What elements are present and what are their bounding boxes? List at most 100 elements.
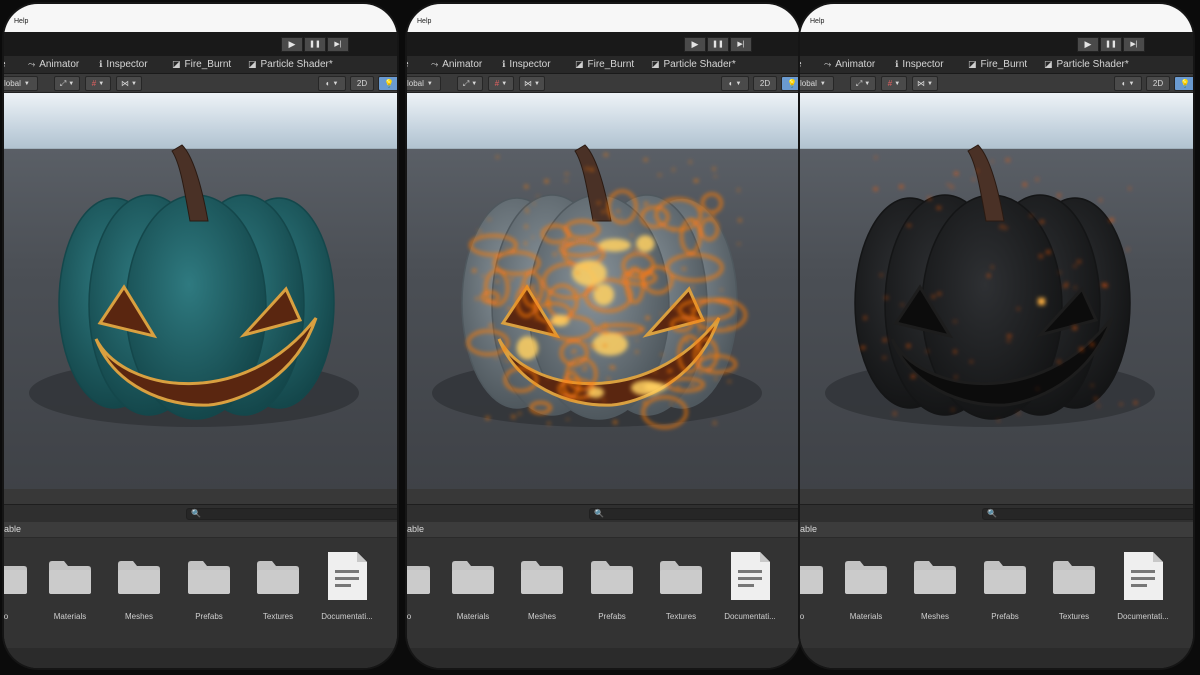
grid-dropdown[interactable]: # ▼ [488,76,514,91]
menu-help[interactable]: Help [810,18,824,25]
spark [657,174,662,176]
spark [900,304,904,306]
tab-fire-burnt[interactable]: ◪ Fire_Burnt [575,59,634,70]
play-button[interactable]: ▶ [1077,37,1099,52]
draw-mode-dropdown[interactable]: ◐ ▼ [318,76,346,91]
asset-folder[interactable]: o [800,550,834,628]
search-input[interactable]: 🔍 [589,508,800,520]
asset-document[interactable]: Pink [1181,550,1193,628]
tab-particle-shader[interactable]: ◪ Particle Shader* [1044,59,1129,70]
search-input[interactable]: 🔍 [982,508,1193,520]
gizmo-dropdown[interactable]: ⤢ ▼ [457,76,483,91]
animator-icon: ⤳ [431,59,439,69]
spark [713,421,717,425]
asset-folder[interactable]: o [407,550,441,628]
tab-fire-burnt[interactable]: ◪ Fire_Burnt [172,59,231,70]
asset-folder[interactable]: Meshes [903,550,967,628]
play-button[interactable]: ▶ [684,37,706,52]
gizmo-dropdown[interactable]: ⤢ ▼ [54,76,80,91]
lighting-toggle[interactable]: 💡 [1174,76,1193,91]
project-status-strip [4,648,397,668]
asset-document[interactable]: Pink [385,550,397,628]
tab-inspector[interactable]: ℹ Inspector [502,59,551,70]
lighting-toggle[interactable]: 💡 [781,76,800,91]
asset-folder[interactable]: o [4,550,38,628]
play-toolbar: ▶ ❚❚ ▶| [800,32,1193,56]
tab-animator[interactable]: ⤳ Animator [28,59,79,70]
breadcrumb-label[interactable]: able [800,524,817,534]
tab-animator[interactable]: ⤳ Animator [824,59,875,70]
spark [1090,343,1094,346]
tab-particle-shader[interactable]: ◪ Particle Shader* [651,59,736,70]
asset-document[interactable]: Documentati... [315,550,379,628]
asset-label: o [800,612,805,621]
asset-folder[interactable]: Meshes [107,550,171,628]
play-button[interactable]: ▶ [281,37,303,52]
tab-animator[interactable]: ⤳ Animator [431,59,482,70]
draw-mode-dropdown[interactable]: ◐ ▼ [1114,76,1142,91]
asset-document[interactable]: Documentati... [718,550,782,628]
asset-folder[interactable]: Prefabs [973,550,1037,628]
global-dropdown[interactable]: lobal ▼ [800,76,834,91]
asset-folder[interactable]: Textures [649,550,713,628]
lighting-toggle[interactable]: 💡 [378,76,397,91]
snap-dropdown[interactable]: ⋈ ▼ [116,76,142,91]
spark [689,307,694,311]
scene-viewport[interactable] [4,93,397,489]
spark [672,228,675,232]
tab-particle-shader[interactable]: ◪ Particle Shader* [248,59,333,70]
window-tab-bar: e ⤳Animator ℹInspector ◪Fire_Burnt ◪Part… [800,56,1193,74]
spark [696,385,700,388]
view-2d-label: 2D [356,79,368,88]
asset-document[interactable]: Pink [788,550,800,628]
menu-help[interactable]: Help [417,18,431,25]
tab-inspector[interactable]: ℹ Inspector [895,59,944,70]
snap-dropdown[interactable]: ⋈ ▼ [912,76,938,91]
asset-folder[interactable]: Prefabs [177,550,241,628]
scene-toolbar: lobal ▼ ⤢ ▼ # ▼ ⋈ ▼ ◐ ▼ 2D 💡 [800,74,1193,93]
step-button[interactable]: ▶| [1123,37,1145,52]
asset-folder[interactable]: Materials [441,550,505,628]
grid-dropdown[interactable]: # ▼ [85,76,111,91]
menu-bar: Help [407,4,800,32]
tab-fire-burnt[interactable]: ◪ Fire_Burnt [968,59,1027,70]
tab-scene-partial[interactable]: e [407,59,409,70]
pause-button[interactable]: ❚❚ [707,37,729,52]
tab-scene-partial[interactable]: e [4,59,6,70]
scene-viewport[interactable] [407,93,800,489]
view-2d-toggle[interactable]: 2D [350,76,374,91]
asset-folder[interactable]: Textures [1042,550,1106,628]
grid-dropdown[interactable]: # ▼ [881,76,907,91]
asset-folder[interactable]: Prefabs [580,550,644,628]
gizmo-dropdown[interactable]: ⤢ ▼ [850,76,876,91]
tab-scene-partial[interactable]: e [800,59,802,70]
search-input[interactable]: 🔍 [186,508,397,520]
draw-mode-dropdown[interactable]: ◐ ▼ [721,76,749,91]
asset-folder[interactable]: Materials [38,550,102,628]
comparison-collage: Help ▶ ❚❚ ▶| e ⤳Animator ℹInspector ◪Fir… [0,0,1200,675]
asset-document[interactable]: Documentati... [1111,550,1175,628]
spark [534,318,537,320]
spark [682,267,686,270]
snap-dropdown[interactable]: ⋈ ▼ [519,76,545,91]
pause-button[interactable]: ❚❚ [1100,37,1122,52]
pause-button[interactable]: ❚❚ [304,37,326,52]
breadcrumb-label[interactable]: able [4,524,21,534]
asset-folder[interactable]: Textures [246,550,310,628]
breadcrumb-label[interactable]: able [407,524,424,534]
view-2d-toggle[interactable]: 2D [753,76,777,91]
global-dropdown[interactable]: lobal ▼ [4,76,38,91]
spark [564,180,568,182]
asset-folder[interactable]: Meshes [510,550,574,628]
scene-viewport[interactable] [800,93,1193,489]
menu-help[interactable]: Help [14,18,28,25]
spark [874,156,877,159]
spark [495,356,498,359]
view-2d-toggle[interactable]: 2D [1146,76,1170,91]
step-button[interactable]: ▶| [730,37,752,52]
tab-inspector[interactable]: ℹ Inspector [99,59,148,70]
global-dropdown[interactable]: lobal ▼ [407,76,441,91]
spark [1036,178,1039,181]
step-button[interactable]: ▶| [327,37,349,52]
asset-folder[interactable]: Materials [834,550,898,628]
